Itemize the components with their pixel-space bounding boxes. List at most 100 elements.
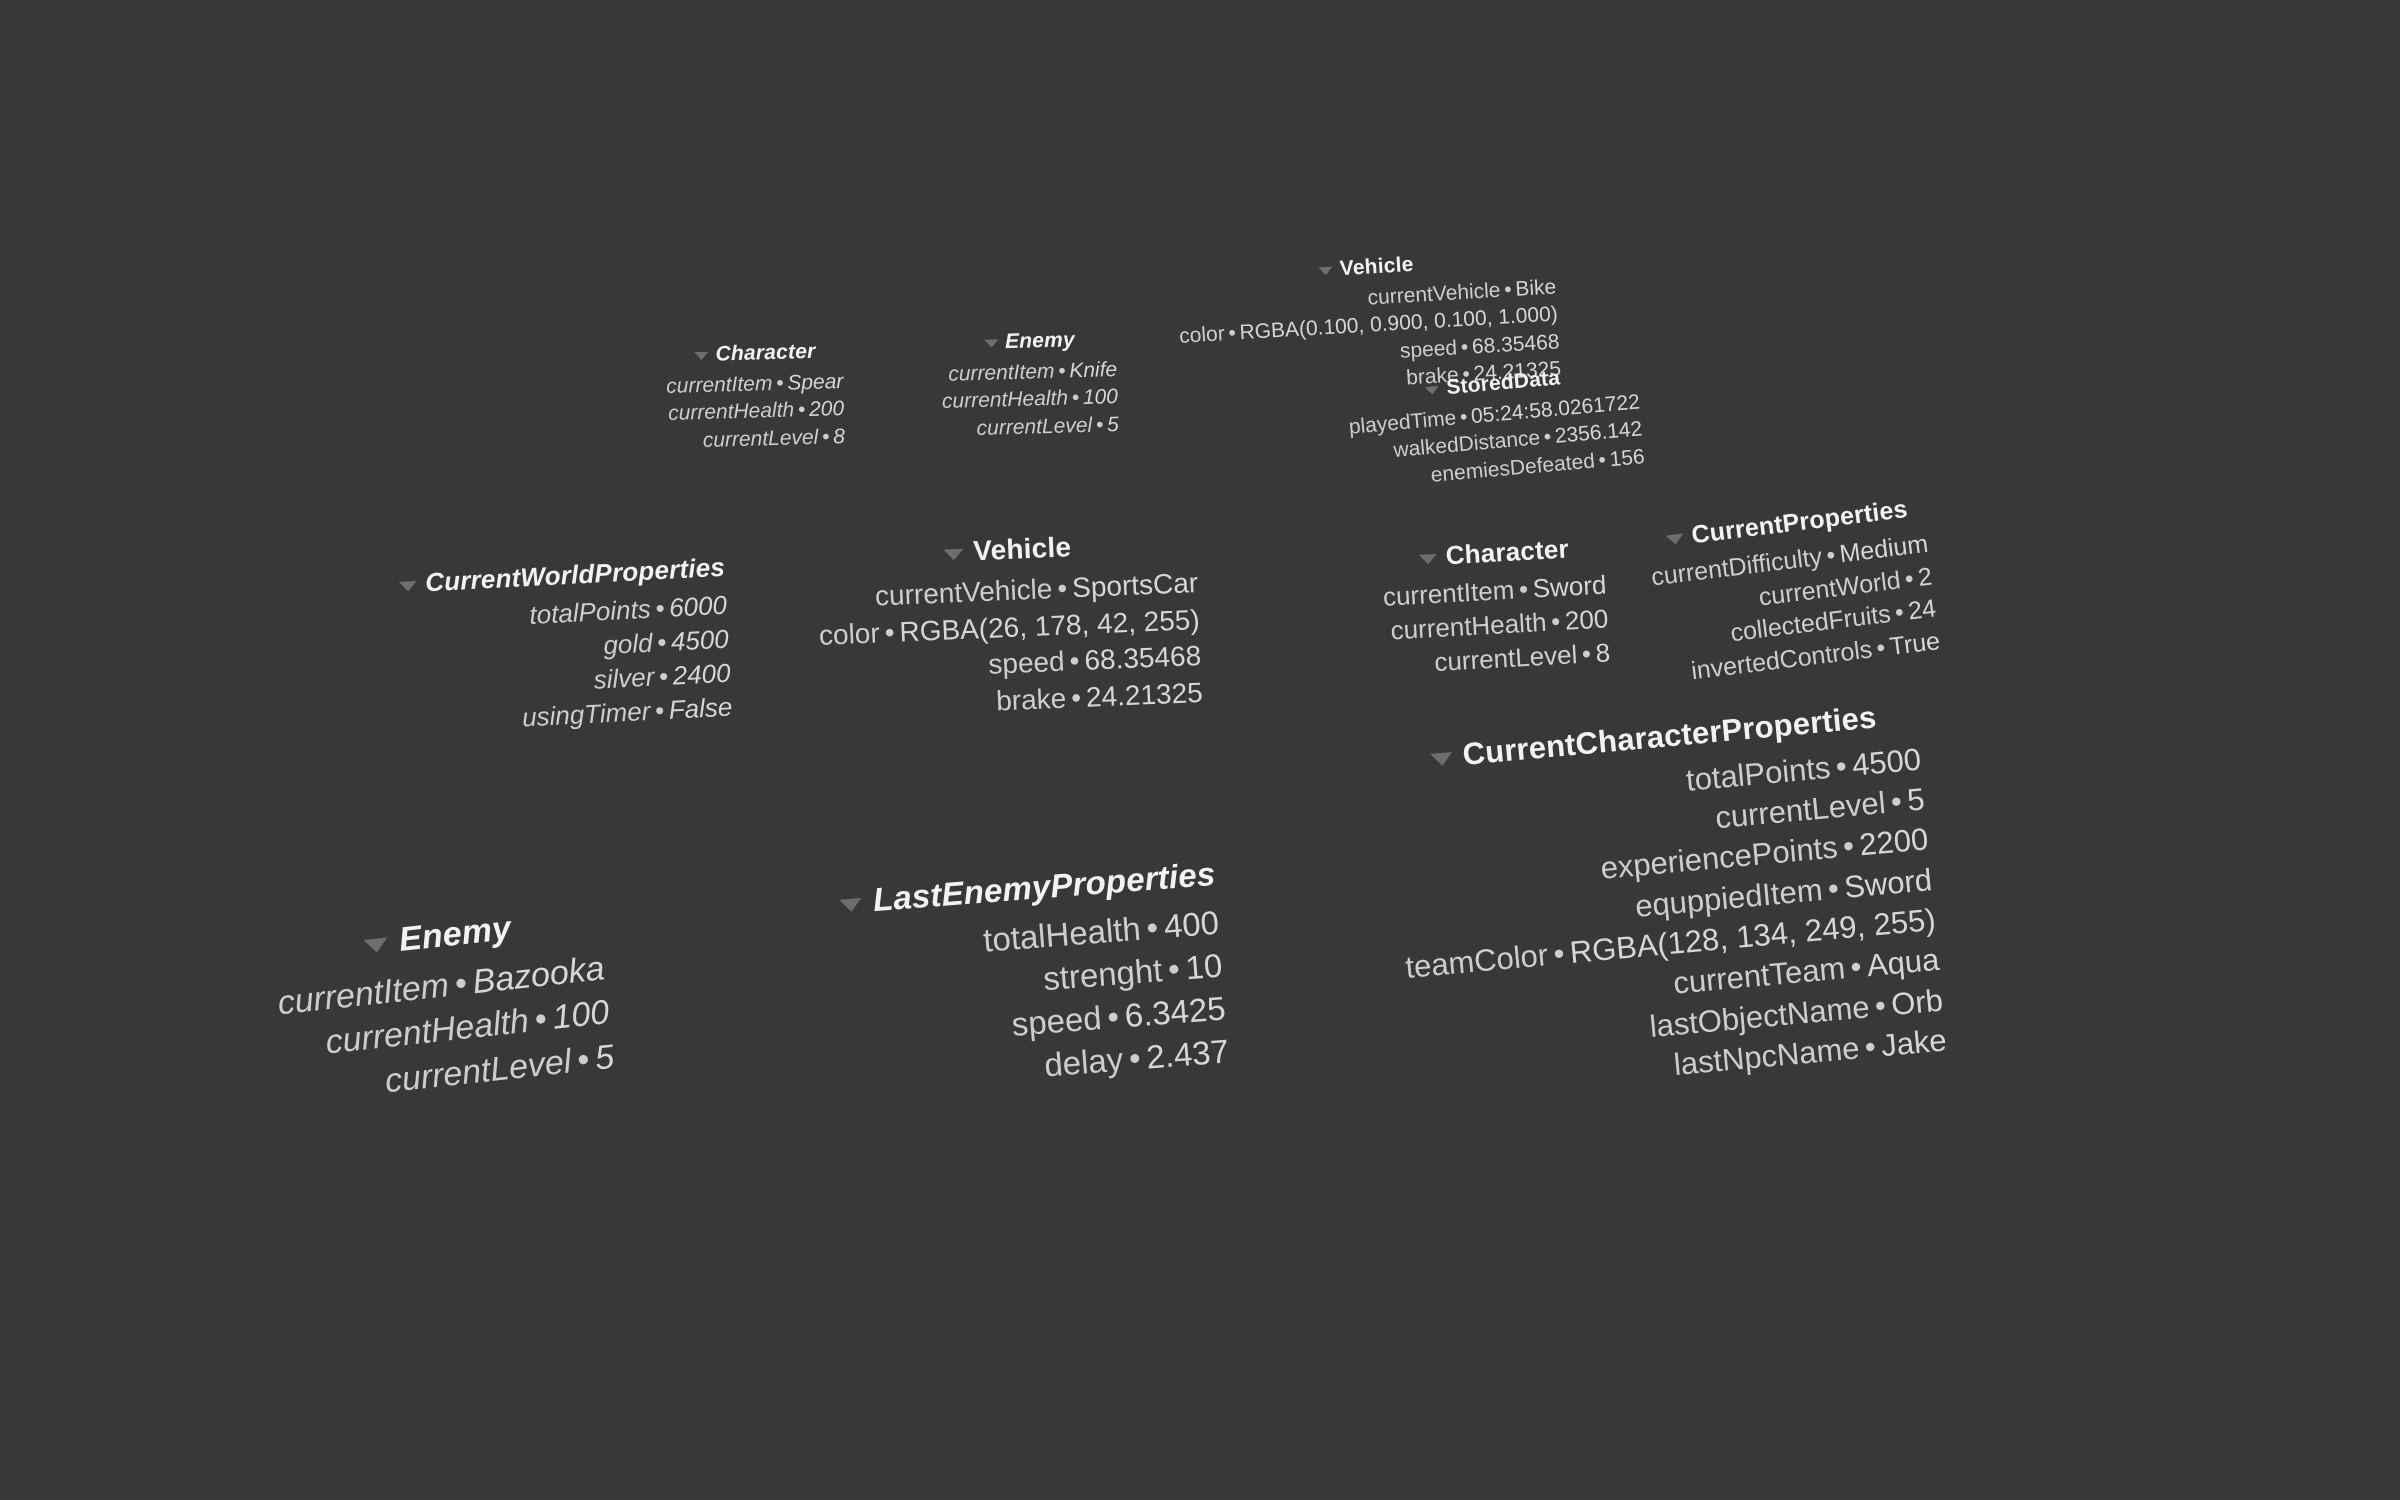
foldout-triangle-icon[interactable] <box>1425 385 1440 396</box>
panel-rows: currentItem•Bazooka currentHealth•100 cu… <box>275 947 616 1114</box>
panel-title: Vehicle <box>972 531 1072 567</box>
panel-title: Enemy <box>1004 328 1076 354</box>
property-label: currentHealth <box>1389 607 1548 646</box>
panel-current-properties[interactable]: CurrentProperties currentDifficulty•Medi… <box>1645 491 1942 691</box>
panel-last-enemy-properties[interactable]: LastEnemyProperties totalHealth•400 stre… <box>835 853 1230 1102</box>
panel-rows: totalHealth•400 strenght•10 speed•6.3425… <box>839 902 1231 1102</box>
property-label: currentItem <box>665 372 773 399</box>
panel-rows: currentDifficulty•Medium currentWorld•2 … <box>1650 528 1942 691</box>
property-label: totalPoints <box>528 594 652 631</box>
property-separator: • <box>1057 359 1066 383</box>
foldout-triangle-icon[interactable] <box>398 580 417 592</box>
property-value: 156 <box>1608 444 1646 471</box>
property-value: 5 <box>1106 412 1120 437</box>
property-value: 200 <box>808 397 845 422</box>
property-value: 4500 <box>670 623 730 657</box>
property-label: currentHealth <box>941 386 1069 414</box>
property-label: currentHealth <box>667 398 795 426</box>
property-separator: • <box>1849 949 1864 986</box>
property-value: 2.437 <box>1144 1031 1231 1076</box>
property-value: Bike <box>1514 275 1557 301</box>
foldout-triangle-icon[interactable] <box>983 339 999 348</box>
property-value: 400 <box>1162 903 1221 945</box>
panel-storeddata[interactable]: StoredData playedTime•05:24:58.0261722 w… <box>1345 358 1646 496</box>
property-value: True <box>1887 626 1942 661</box>
property-separator: • <box>654 593 666 624</box>
property-label: silver <box>592 661 656 695</box>
property-value: 6000 <box>668 590 728 624</box>
property-label: speed <box>987 645 1066 681</box>
property-separator: • <box>797 398 806 422</box>
property-separator: • <box>775 371 784 395</box>
panel-header[interactable]: Enemy <box>940 325 1117 357</box>
panel-enemy-bottom[interactable]: Enemy currentItem•Bazooka currentHealth•… <box>270 897 616 1114</box>
property-label: usingTimer <box>521 695 652 733</box>
panel-title: Vehicle <box>1339 252 1415 281</box>
property-label: brake <box>995 682 1067 717</box>
foldout-triangle-icon[interactable] <box>1318 266 1334 276</box>
property-separator: • <box>1071 386 1080 410</box>
property-label: speed <box>1399 336 1458 363</box>
property-label: totalHealth <box>981 909 1142 959</box>
panel-rows: totalPoints•4500 currentLevel•5 experien… <box>1389 739 1948 1108</box>
property-label: color <box>818 617 881 651</box>
property-separator: • <box>1518 574 1529 605</box>
property-separator: • <box>656 627 668 658</box>
panel-rows: currentVehicle • SportsCar color • RGBA(26, … <box>817 565 1204 726</box>
property-label: currentLevel <box>976 413 1093 440</box>
foldout-triangle-icon[interactable] <box>1418 553 1438 565</box>
property-value: 2 <box>1916 562 1934 592</box>
panel-rows: totalPoints • 6000 gold • 4500 silver • 2400 u… <box>397 589 733 741</box>
foldout-triangle-icon[interactable] <box>1429 751 1454 767</box>
property-separator: • <box>1070 681 1082 713</box>
foldout-triangle-icon[interactable] <box>694 351 709 361</box>
panel-character-right[interactable]: Character currentItem • Sword currentHealt… <box>1380 531 1611 683</box>
property-value: 5 <box>592 1037 616 1078</box>
property-value: Jake <box>1879 1022 1948 1064</box>
panel-vehicle-sportscar[interactable]: Vehicle currentVehicle • SportsCar color • R… <box>815 524 1203 727</box>
property-label: currentItem <box>947 359 1055 386</box>
property-separator: • <box>1550 606 1562 637</box>
property-label: currentVehicle <box>874 573 1053 612</box>
property-value: 2400 <box>671 657 732 691</box>
panel-current-character-properties[interactable]: CurrentCharacterProperties totalPoints•4… <box>1385 694 1948 1109</box>
property-separator: • <box>1095 413 1104 437</box>
panel-header[interactable]: Character <box>665 337 843 369</box>
property-value: Sword <box>1842 861 1934 905</box>
property-separator: • <box>1068 645 1081 677</box>
property-value: Aqua <box>1865 942 1941 984</box>
property-separator: • <box>654 694 665 726</box>
property-value: 6.3425 <box>1123 989 1227 1034</box>
panel-current-world-properties[interactable]: CurrentWorldProperties totalPoints • 6000 … <box>395 551 733 742</box>
property-value: Orb <box>1889 982 1945 1022</box>
panel-rows: currentItem • Knife currentHealth • 100 curr… <box>941 356 1119 443</box>
property-value: 4500 <box>1850 741 1923 783</box>
property-value: 8 <box>832 424 846 448</box>
property-value: Spear <box>786 370 844 395</box>
property-value: 200 <box>1564 603 1610 637</box>
property-separator: • <box>1863 1028 1878 1065</box>
foldout-triangle-icon[interactable] <box>1665 533 1685 546</box>
property-label: delay <box>1042 1039 1125 1083</box>
foldout-triangle-icon[interactable] <box>943 548 965 561</box>
property-value: False <box>667 691 733 725</box>
property-row: currentLevel•5 <box>942 411 1119 443</box>
property-separator: • <box>884 616 896 648</box>
property-separator: • <box>1166 949 1182 988</box>
foldout-triangle-icon[interactable] <box>839 897 863 913</box>
property-separator: • <box>1145 908 1160 947</box>
property-label: currentLevel <box>702 425 819 452</box>
property-label: gold <box>602 627 654 661</box>
property-separator: • <box>1581 638 1592 669</box>
property-value: 68.35468 <box>1471 330 1561 359</box>
panel-character-top[interactable]: Character currentItem • Spear currentHealt… <box>665 337 845 455</box>
foldout-triangle-icon[interactable] <box>363 937 389 954</box>
property-separator: • <box>1127 1038 1142 1077</box>
property-separator: • <box>658 660 669 692</box>
panel-enemy-top[interactable]: Enemy currentItem • Knife currentHealth • 10… <box>940 325 1119 443</box>
property-label: currentItem <box>1382 575 1516 613</box>
property-label: strenght <box>1041 950 1164 997</box>
property-separator: • <box>1056 572 1068 605</box>
property-value: 100 <box>550 993 612 1038</box>
debug-overlay-canvas: Character currentItem • Spear currentHealt… <box>0 0 2400 1500</box>
